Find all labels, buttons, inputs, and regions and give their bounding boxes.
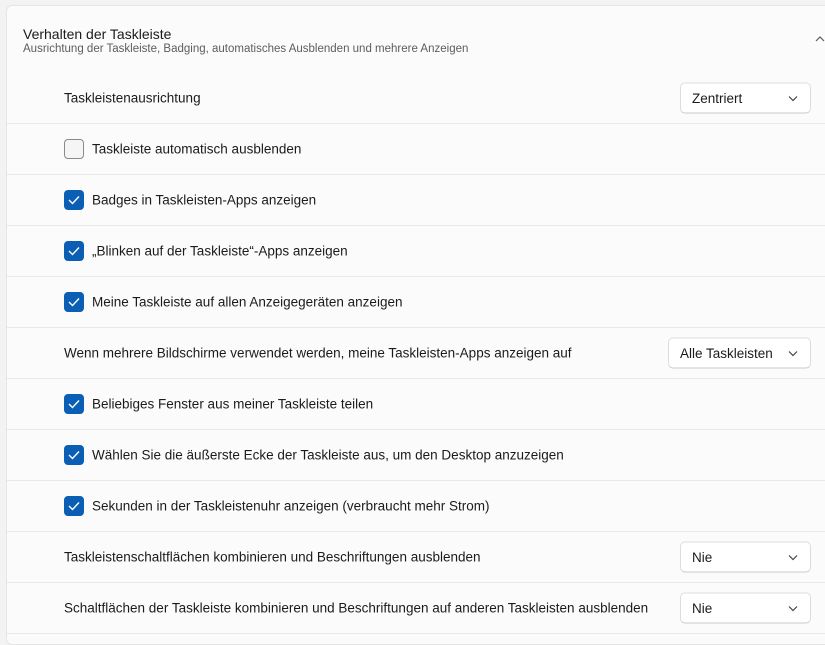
taskbar-alignment-label: Taskleistenausrichtung (64, 90, 201, 106)
row-share-window: Beliebiges Fenster aus meiner Taskleiste… (7, 379, 825, 430)
taskbar-behaviors-panel: Verhalten der Taskleiste Ausrichtung der… (6, 5, 825, 645)
combine-buttons-value: Nie (692, 549, 713, 565)
auto-hide-label: Taskleiste automatisch ausblenden (92, 141, 302, 157)
combine-other-label: Schaltflächen der Taskleiste kombinieren… (64, 600, 649, 616)
combine-other-dropdown[interactable]: Nie (680, 592, 811, 624)
badges-label: Badges in Taskleisten-Apps anzeigen (92, 192, 317, 208)
checkmark-icon (68, 196, 80, 205)
row-multi-display: Wenn mehrere Bildschirme verwendet werde… (7, 328, 825, 379)
row-all-displays: Meine Taskleiste auf allen Anzeigegeräte… (7, 277, 825, 328)
share-window-checkbox[interactable] (64, 394, 84, 414)
row-auto-hide: Taskleiste automatisch ausblenden (7, 124, 825, 175)
seconds-checkbox[interactable] (64, 496, 84, 516)
chevron-down-icon (788, 606, 798, 612)
taskbar-alignment-dropdown[interactable]: Zentriert (680, 82, 811, 114)
multi-display-value: Alle Taskleisten (680, 345, 773, 361)
row-badges: Badges in Taskleisten-Apps anzeigen (7, 175, 825, 226)
chevron-down-icon (788, 555, 798, 561)
all-displays-checkbox[interactable] (64, 292, 84, 312)
row-flashing: „Blinken auf der Taskleiste“-Apps anzeig… (7, 226, 825, 277)
checkmark-icon (68, 451, 80, 460)
flashing-label: „Blinken auf der Taskleiste“-Apps anzeig… (92, 243, 348, 259)
section-title: Verhalten der Taskleiste (23, 26, 172, 42)
section-subtitle: Ausrichtung der Taskleiste, Badging, aut… (23, 43, 469, 55)
chevron-up-icon[interactable] (815, 34, 825, 44)
combine-buttons-dropdown[interactable]: Nie (680, 541, 811, 573)
chevron-down-icon (788, 351, 798, 357)
row-taskbar-alignment: Taskleistenausrichtung Zentriert (7, 73, 825, 124)
checkmark-icon (68, 298, 80, 307)
taskbar-behaviors-header[interactable]: Verhalten der Taskleiste Ausrichtung der… (7, 6, 825, 74)
checkmark-icon (68, 400, 80, 409)
flashing-checkbox[interactable] (64, 241, 84, 261)
badges-checkbox[interactable] (64, 190, 84, 210)
far-corner-checkbox[interactable] (64, 445, 84, 465)
auto-hide-checkbox[interactable] (64, 139, 84, 159)
share-window-label: Beliebiges Fenster aus meiner Taskleiste… (92, 396, 374, 412)
combine-other-value: Nie (692, 600, 713, 616)
row-far-corner: Wählen Sie die äußerste Ecke der Tasklei… (7, 430, 825, 481)
multi-display-dropdown[interactable]: Alle Taskleisten (668, 337, 811, 369)
row-seconds: Sekunden in der Taskleistenuhr anzeigen … (7, 481, 825, 532)
taskbar-alignment-value: Zentriert (692, 90, 743, 106)
seconds-label: Sekunden in der Taskleistenuhr anzeigen … (92, 498, 490, 514)
checkmark-icon (68, 247, 80, 256)
combine-buttons-label: Taskleistenschaltflächen kombinieren und… (64, 549, 481, 565)
row-combine-buttons: Taskleistenschaltflächen kombinieren und… (7, 532, 825, 583)
far-corner-label: Wählen Sie die äußerste Ecke der Tasklei… (92, 447, 564, 463)
multi-display-label: Wenn mehrere Bildschirme verwendet werde… (64, 345, 572, 361)
checkmark-icon (68, 502, 80, 511)
all-displays-label: Meine Taskleiste auf allen Anzeigegeräte… (92, 294, 403, 310)
chevron-down-icon (788, 96, 798, 102)
row-combine-other: Schaltflächen der Taskleiste kombinieren… (7, 583, 825, 634)
